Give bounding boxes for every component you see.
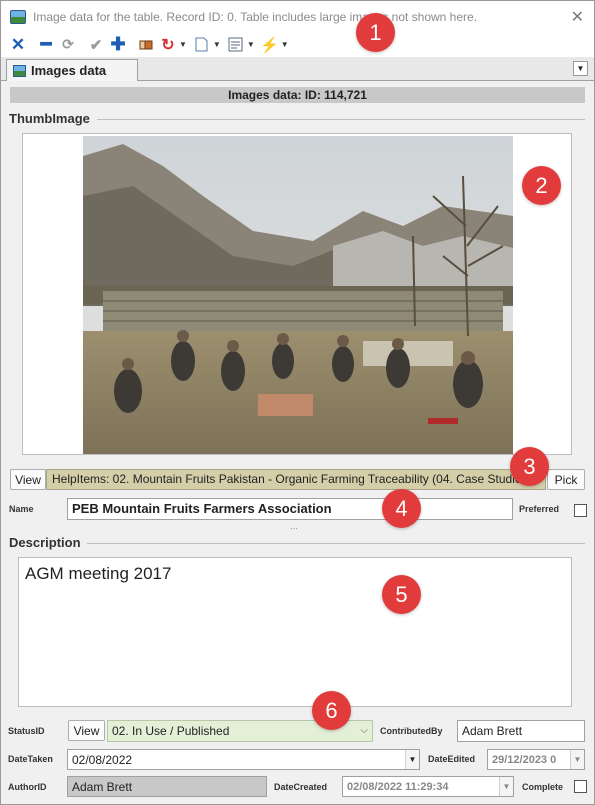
redo-icon[interactable]: ⟳	[57, 35, 79, 55]
tab-label: Images data	[31, 63, 107, 78]
lightning-dropdown-icon[interactable]: ▼	[281, 40, 289, 49]
date-created-value: 02/08/2022 11:29:34	[347, 781, 449, 793]
annotation-badge-6: 6	[312, 691, 351, 730]
record-id-header: Images data: ID: 114,721	[10, 87, 585, 103]
refresh-dropdown-icon[interactable]: ▼	[179, 40, 187, 49]
section-divider	[87, 543, 585, 544]
status-view-button[interactable]: View	[68, 720, 105, 741]
tab-images-data[interactable]: Images data	[6, 59, 138, 81]
status-value: 02. In Use / Published	[112, 724, 230, 738]
splitter-grip[interactable]: ⋯	[290, 524, 298, 533]
description-field[interactable]: AGM meeting 2017	[18, 557, 572, 707]
contributed-by-label: ContributedBy	[380, 726, 443, 736]
close-icon[interactable]: ✕	[571, 7, 584, 27]
annotation-badge-2: 2	[522, 166, 561, 205]
pick-button[interactable]: Pick	[547, 469, 585, 490]
document-dropdown-icon[interactable]: ▼	[213, 40, 221, 49]
author-field: Adam Brett	[67, 776, 267, 797]
preferred-label: Preferred	[519, 504, 560, 514]
title-bar: Image data for the table. Record ID: 0. …	[1, 1, 594, 32]
annotation-badge-5: 5	[382, 575, 421, 614]
section-divider	[97, 119, 585, 120]
image-icon	[13, 64, 26, 77]
annotation-badge-3: 3	[510, 447, 549, 486]
add-icon[interactable]: ✚	[107, 34, 129, 55]
date-taken-field[interactable]: 02/08/2022 ▼	[67, 749, 420, 770]
contributed-by-field[interactable]: Adam Brett	[457, 720, 585, 742]
date-edited-label: DateEdited	[428, 754, 476, 764]
date-created-field[interactable]: 02/08/2022 11:29:34 ▼	[342, 776, 514, 797]
thumb-image-label: ThumbImage	[9, 111, 90, 126]
thumb-image-panel[interactable]	[22, 133, 572, 455]
date-created-label: DateCreated	[274, 782, 328, 792]
form-window: Image data for the table. Record ID: 0. …	[0, 0, 595, 805]
thumb-photo	[83, 136, 513, 454]
complete-checkbox[interactable]	[574, 780, 587, 793]
date-created-dropdown-icon[interactable]: ▼	[499, 777, 513, 796]
name-label: Name	[9, 504, 34, 514]
description-label: Description	[9, 535, 81, 550]
date-edited-dropdown-icon[interactable]: ▼	[570, 750, 584, 769]
cancel-icon[interactable]: ✕	[7, 35, 29, 55]
date-edited-field[interactable]: 29/12/2023 0 ▼	[487, 749, 585, 770]
tab-menu-chevron-down-icon[interactable]: ▼	[573, 61, 588, 76]
refresh-icon[interactable]: ↻	[157, 35, 179, 55]
date-taken-value: 02/08/2022	[72, 753, 133, 767]
toolbar: ✕ ━ ⟳ ✔ ✚ ↻ ▼ ▼ ▼ ⚡ ▼	[1, 32, 594, 57]
author-label: AuthorID	[8, 782, 47, 792]
check-icon[interactable]: ✔	[85, 35, 107, 55]
complete-label: Complete	[522, 782, 564, 792]
chevron-down-icon[interactable]: ⌵	[360, 721, 368, 741]
form-dropdown-icon[interactable]: ▼	[247, 40, 255, 49]
date-taken-dropdown-icon[interactable]: ▼	[405, 750, 419, 769]
window-title: Image data for the table. Record ID: 0. …	[33, 9, 478, 24]
annotation-badge-4: 4	[382, 489, 421, 528]
status-label: StatusID	[8, 726, 45, 736]
image-app-icon	[10, 9, 26, 24]
preferred-checkbox[interactable]	[574, 504, 587, 517]
help-items-field[interactable]: HelpItems: 02. Mountain Fruits Pakistan …	[46, 469, 546, 490]
form-icon[interactable]	[225, 35, 247, 55]
date-edited-value: 29/12/2023 0	[492, 754, 557, 766]
annotation-badge-1: 1	[356, 13, 395, 52]
lightning-icon[interactable]: ⚡	[259, 35, 281, 55]
tab-strip: Images data ▼	[1, 57, 594, 81]
help-view-button[interactable]: View	[10, 469, 46, 490]
remove-icon[interactable]: ━	[35, 34, 57, 55]
document-icon[interactable]	[191, 35, 213, 55]
eraser-icon[interactable]	[135, 35, 157, 55]
name-field[interactable]: PEB Mountain Fruits Farmers Association	[67, 498, 513, 520]
date-taken-label: DateTaken	[8, 754, 53, 764]
